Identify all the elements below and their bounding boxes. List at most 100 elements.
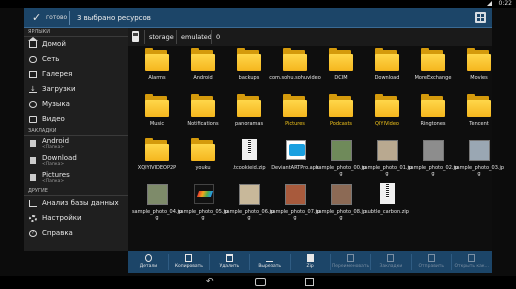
folder-icon <box>417 48 449 74</box>
sidebar-item[interactable]: Галерея <box>24 67 128 82</box>
file-item[interactable]: sample_photo_03.jpg <box>454 138 504 178</box>
breadcrumb-emulated[interactable]: emulated <box>181 33 212 42</box>
image-thumbnail <box>233 182 265 208</box>
file-name: Podcasts <box>329 121 353 127</box>
grid-view-icon[interactable] <box>475 12 486 23</box>
file-item[interactable]: sample_photo_00.jpg <box>316 138 366 178</box>
sidebar-item[interactable]: Загрузки <box>24 82 128 97</box>
folder-icon <box>187 48 219 74</box>
sd-card-icon[interactable] <box>132 31 139 42</box>
video-icon <box>29 116 37 123</box>
toolbar-button[interactable]: Удалить <box>209 251 250 273</box>
selection-title: 3 выбрано ресурсов <box>77 14 151 22</box>
toolbar-button[interactable]: Zip <box>290 251 331 273</box>
file-item[interactable]: .tcookieid.zip <box>226 138 272 178</box>
folder-item[interactable]: panoramas <box>226 94 272 134</box>
divider <box>69 11 70 25</box>
bookmark-item[interactable]: Android <Папка> <box>24 136 128 153</box>
action-bar: ✓ готово 3 выбрано ресурсов <box>24 8 492 28</box>
file-item[interactable]: sample_photo_08.jpg <box>316 182 366 222</box>
file-name: Android <box>193 75 213 81</box>
section-header-shortcuts: ЯРЛЫКИ <box>24 28 128 37</box>
file-item[interactable]: subtle_carbon.zip <box>364 182 410 222</box>
folder-item[interactable]: QIYIVideo <box>364 94 410 134</box>
file-name: XQIYIVIDEOP2P <box>137 165 177 171</box>
folder-item[interactable]: backups <box>226 48 272 88</box>
folder-item[interactable]: Music <box>134 94 180 134</box>
bookmark-icon <box>30 174 36 181</box>
image-thumbnail <box>325 138 357 164</box>
folder-item[interactable]: XQIYIVIDEOP2P <box>134 138 180 178</box>
file-name: Movies <box>470 75 488 81</box>
folder-item[interactable]: com.sohu.sohuvideo <box>269 48 321 88</box>
sidebar-item[interactable]: Видео <box>24 112 128 127</box>
file-item[interactable]: DeviantARTPro.apk <box>271 138 319 178</box>
folder-item[interactable]: MoreExchange <box>410 48 456 88</box>
zip-file-icon <box>371 182 403 208</box>
cut-icon <box>266 254 274 262</box>
file-name: Notifications <box>187 121 219 127</box>
file-name: Tencent <box>469 121 489 127</box>
check-icon[interactable]: ✓ <box>32 11 41 25</box>
file-name: sample_photo_06.jpg <box>223 209 275 221</box>
file-item[interactable]: sample_photo_02.jpg <box>407 138 459 178</box>
file-item[interactable]: sample_photo_05.jpg <box>178 182 228 222</box>
back-icon[interactable]: ↶ <box>206 277 214 288</box>
file-name: Alarms <box>148 75 166 81</box>
file-item[interactable]: sample_photo_04.jpg <box>132 182 182 222</box>
folder-icon <box>233 48 265 74</box>
folder-item[interactable]: Tencent <box>456 94 502 134</box>
file-name: Pictures <box>285 121 305 127</box>
folder-item[interactable]: Ringtones <box>410 94 456 134</box>
file-name: QIYIVideo <box>375 121 399 127</box>
info-icon <box>145 254 152 262</box>
folder-item[interactable]: Pictures <box>272 94 318 134</box>
bookmark-label: Pictures <box>42 171 70 179</box>
sidebar-item[interactable]: Анализ базы данных <box>24 196 128 211</box>
sidebar-item[interactable]: Сеть <box>24 52 128 67</box>
divider <box>168 254 170 270</box>
toolbar-button[interactable]: Вырезать <box>249 251 290 273</box>
folder-icon <box>371 94 403 120</box>
file-name: Ringtones <box>420 121 446 127</box>
folder-item[interactable]: Notifications <box>180 94 226 134</box>
image-thumbnail <box>187 182 219 208</box>
folder-item[interactable]: Podcasts <box>318 94 364 134</box>
folder-item[interactable]: Alarms <box>134 48 180 88</box>
toolbar-button[interactable]: Копировать <box>168 251 209 273</box>
navigation-bar: ↶ <box>0 276 516 289</box>
file-item[interactable]: sample_photo_01.jpg <box>361 138 413 178</box>
toolbar-button-label: Переименовать <box>331 264 370 269</box>
folder-item[interactable]: DCIM <box>318 48 364 88</box>
sidebar-item[interactable]: Настройки <box>24 211 128 226</box>
sidebar-item-label: Домой <box>42 40 66 48</box>
folder-icon <box>371 48 403 74</box>
folder-icon <box>141 138 173 164</box>
done-button[interactable]: готово <box>46 13 67 23</box>
zip-file-icon <box>233 138 265 164</box>
file-name: sample_photo_01.jpg <box>361 165 413 177</box>
sidebar-item[interactable]: ? Справка <box>24 226 128 241</box>
file-item[interactable]: sample_photo_06.jpg <box>223 182 275 222</box>
image-thumbnail <box>371 138 403 164</box>
sidebar-item[interactable]: Домой <box>24 37 128 52</box>
bookmark-icon <box>30 157 36 164</box>
bookmark-item[interactable]: Pictures <Папка> <box>24 170 128 187</box>
folder-item[interactable]: Android <box>180 48 226 88</box>
folder-icon <box>463 94 495 120</box>
toolbar-button-label: Открыть как... <box>454 264 489 269</box>
breadcrumb-0[interactable]: 0 <box>216 33 220 42</box>
folder-item[interactable]: youku <box>180 138 226 178</box>
folder-icon <box>325 48 357 74</box>
home-icon[interactable] <box>255 278 266 286</box>
toolbar-button[interactable]: Детали <box>128 251 169 273</box>
file-name: sample_photo_02.jpg <box>407 165 459 177</box>
recent-apps-icon[interactable] <box>305 278 314 286</box>
folder-icon <box>187 138 219 164</box>
file-item[interactable]: sample_photo_07.jpg <box>270 182 320 222</box>
sidebar-item[interactable]: Музыка <box>24 97 128 112</box>
bookmark-item[interactable]: Download <Папка> <box>24 153 128 170</box>
folder-item[interactable]: Download <box>364 48 410 88</box>
breadcrumb-storage[interactable]: storage <box>149 33 174 42</box>
folder-item[interactable]: Movies <box>456 48 502 88</box>
